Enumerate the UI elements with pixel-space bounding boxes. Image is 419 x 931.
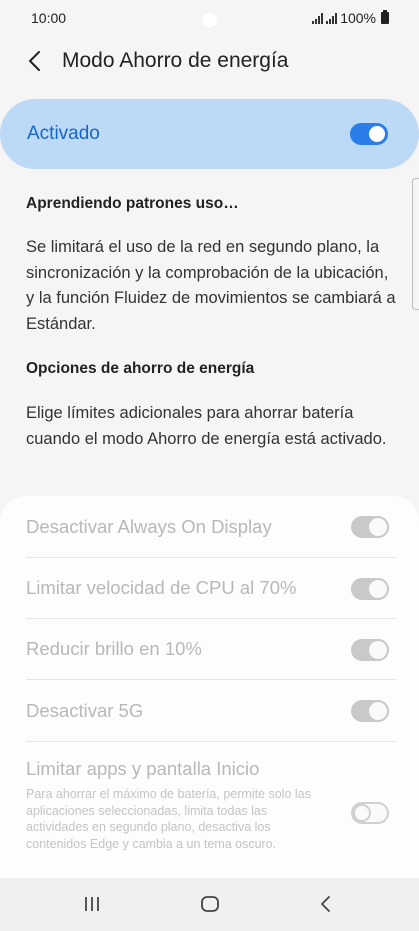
- chevron-left-icon[interactable]: [26, 50, 46, 72]
- switch-knob: [353, 804, 371, 822]
- battery-icon: [381, 10, 389, 24]
- home-icon[interactable]: [199, 892, 221, 916]
- option-toggle-switch[interactable]: [351, 700, 389, 722]
- battery-percent: 100%: [340, 10, 376, 26]
- switch-knob: [367, 700, 389, 722]
- switch-knob: [367, 639, 389, 661]
- option-toggle-switch[interactable]: [351, 578, 389, 600]
- option-label: Desactivar Always On Display: [26, 516, 272, 537]
- page-title: Modo Ahorro de energía: [62, 49, 289, 72]
- scroll-indicator[interactable]: [412, 178, 419, 310]
- master-toggle-row[interactable]: Activado: [0, 99, 419, 169]
- signal-icon-2: [326, 12, 338, 24]
- option-toggle-switch[interactable]: [351, 639, 389, 661]
- master-toggle-switch[interactable]: [350, 123, 388, 145]
- screen: 10:00 100% Modo Ahorro de energía Activa…: [0, 0, 419, 931]
- option-row-always-on-display[interactable]: Desactivar Always On Display: [26, 496, 397, 558]
- front-camera: [202, 13, 217, 28]
- status-time: 10:00: [31, 10, 67, 26]
- option-toggle-switch[interactable]: [351, 516, 389, 538]
- recents-icon[interactable]: [82, 892, 102, 916]
- option-row-5g[interactable]: Desactivar 5G: [26, 680, 397, 742]
- option-row-limit-apps[interactable]: Limitar apps y pantalla Inicio Para ahor…: [26, 742, 397, 878]
- option-label: Limitar velocidad de CPU al 70%: [26, 577, 297, 598]
- learning-heading: Aprendiendo patrones uso…: [26, 195, 239, 212]
- switch-knob: [367, 516, 389, 538]
- navigation-bar: [0, 878, 419, 931]
- app-bar: Modo Ahorro de energía: [0, 40, 419, 84]
- status-icons: 100%: [312, 10, 389, 26]
- back-icon[interactable]: [318, 892, 334, 916]
- learning-description: Se limitará el uso de la red en segundo …: [26, 238, 396, 333]
- option-sublabel: Para ahorrar el máximo de batería, permi…: [26, 787, 311, 851]
- option-label: Desactivar 5G: [26, 700, 144, 721]
- master-toggle-label: Activado: [27, 123, 100, 144]
- options-card: Desactivar Always On Display Limitar vel…: [0, 496, 419, 878]
- options-heading: Opciones de ahorro de energía: [26, 360, 255, 377]
- signal-icon: [312, 12, 324, 24]
- switch-knob: [367, 578, 389, 600]
- option-label: Limitar apps y pantalla Inicio: [26, 758, 260, 779]
- option-label: Reducir brillo en 10%: [26, 638, 202, 659]
- switch-knob: [367, 124, 387, 144]
- option-row-brightness[interactable]: Reducir brillo en 10%: [26, 619, 397, 680]
- status-bar: 10:00 100%: [0, 0, 419, 36]
- option-row-cpu-speed[interactable]: Limitar velocidad de CPU al 70%: [26, 558, 397, 619]
- options-description: Elige límites adicionales para ahorrar b…: [26, 404, 387, 448]
- option-toggle-switch[interactable]: [351, 802, 389, 824]
